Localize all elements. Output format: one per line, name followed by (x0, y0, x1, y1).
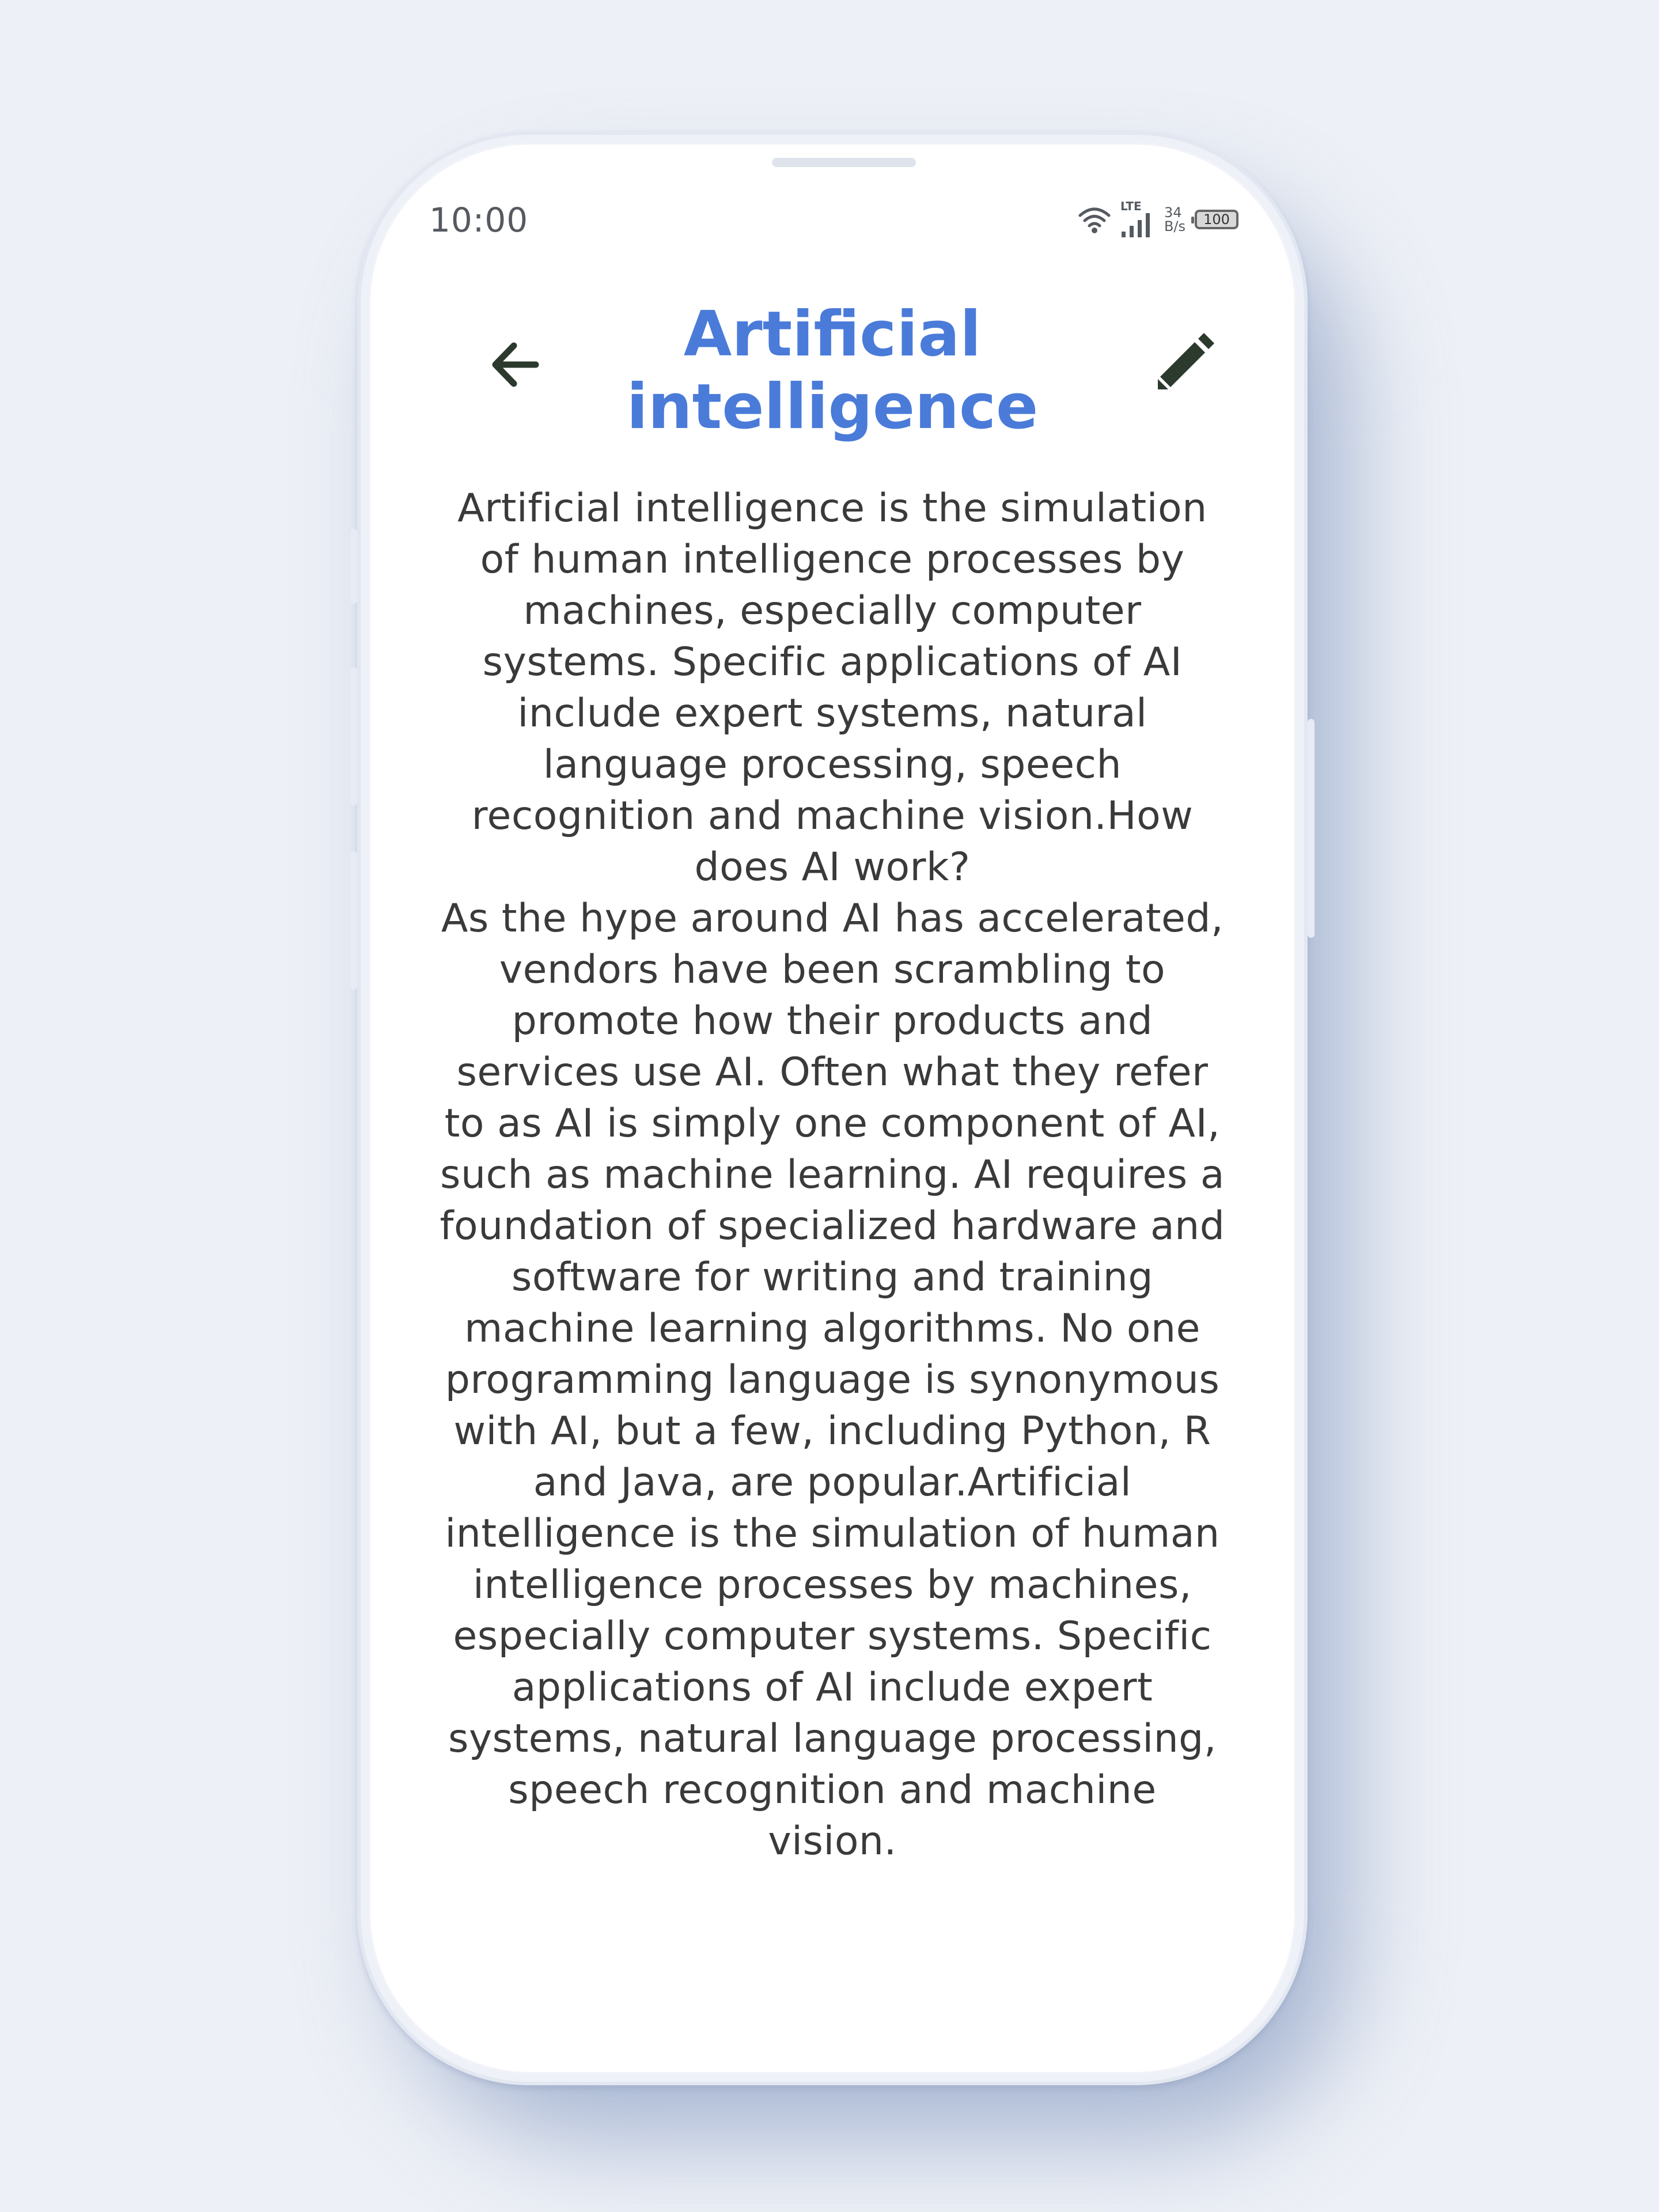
phone-screen: 10:00 LTE 34 B/s 100 Artificial intellig… (369, 143, 1296, 2074)
article-body: Artificial intelligence is the simulatio… (440, 486, 1225, 1864)
phone-frame: 10:00 LTE 34 B/s 100 Artificial intellig… (350, 131, 1315, 2085)
wifi-icon (1078, 207, 1111, 233)
data-speed: 34 B/s (1164, 206, 1185, 233)
volume-up-button (350, 667, 357, 805)
status-icons: LTE 34 B/s 100 (1078, 199, 1238, 240)
app-header: Artificial intelligence (369, 298, 1296, 460)
silent-switch (350, 529, 357, 604)
speaker-grille (772, 158, 916, 167)
page-title: Artificial intelligence (626, 298, 1039, 443)
battery-icon: 100 (1191, 210, 1238, 229)
power-button (1308, 719, 1315, 938)
network-type-label: LTE (1120, 199, 1142, 213)
arrow-left-icon[interactable] (484, 333, 547, 396)
battery-level: 100 (1203, 211, 1230, 228)
pencil-icon[interactable] (1146, 321, 1221, 396)
volume-down-button (350, 851, 357, 990)
status-time: 10:00 (429, 200, 529, 240)
data-speed-value: 34 (1164, 204, 1182, 221)
signal-bars-icon (1121, 213, 1150, 237)
signal-indicator: LTE (1120, 199, 1155, 238)
data-speed-unit: B/s (1164, 218, 1185, 234)
